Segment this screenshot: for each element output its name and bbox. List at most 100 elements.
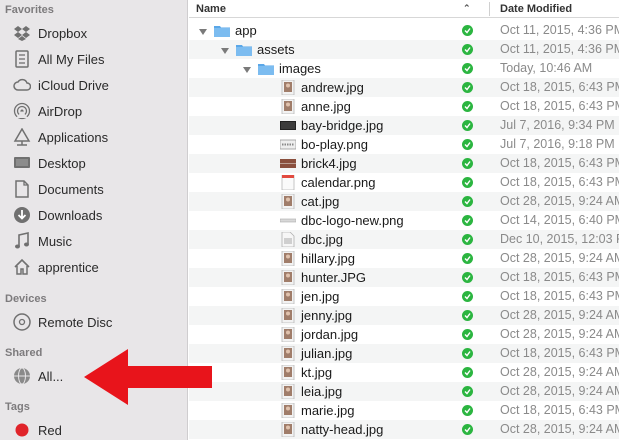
column-date-header[interactable]: Date Modified [500, 3, 572, 15]
file-row[interactable]: natty-head.jpg Oct 28, 2015, 9:24 AM [189, 420, 619, 439]
red-arrow-annotation [84, 349, 212, 405]
image-thumbnail-icon [280, 79, 296, 96]
folder-row[interactable]: app Oct 11, 2015, 4:36 PM [189, 21, 619, 40]
file-row[interactable]: dbc-logo-new.png Oct 14, 2015, 6:40 PM [189, 211, 619, 230]
file-row[interactable]: dbc.jpg Dec 10, 2015, 12:03 PM [189, 230, 619, 249]
image-thumbnail-icon [280, 345, 296, 362]
sync-status-icon [462, 253, 473, 264]
dropbox-icon [12, 23, 32, 43]
file-row[interactable]: bo-play.png Jul 7, 2016, 9:18 PM [189, 135, 619, 154]
sidebar-item-label: Applications [38, 129, 109, 145]
sidebar-item-label: All My Files [38, 51, 105, 67]
sidebar-item-remote-disc[interactable]: Remote Disc [0, 310, 187, 334]
disclosure-triangle-icon[interactable] [242, 63, 252, 73]
sidebar-item-red[interactable]: Red [0, 418, 187, 440]
file-row[interactable]: marie.jpg Oct 18, 2015, 6:43 PM [189, 401, 619, 420]
home-icon [12, 257, 32, 277]
file-row[interactable]: bay-bridge.jpg Jul 7, 2016, 9:34 PM [189, 116, 619, 135]
date-modified: Oct 28, 2015, 9:24 AM [500, 422, 619, 436]
sidebar-item-documents[interactable]: Documents [0, 177, 187, 201]
sidebar-item-label: Documents [38, 181, 104, 197]
sync-status-icon [462, 234, 473, 245]
sync-status-icon [462, 158, 473, 169]
date-modified: Oct 28, 2015, 9:24 AM [500, 384, 619, 398]
file-name: marie.jpg [301, 403, 355, 418]
disclosure-triangle-icon[interactable] [198, 25, 208, 35]
file-row[interactable]: hillary.jpg Oct 28, 2015, 9:24 AM [189, 249, 619, 268]
image-thumbnail-icon [280, 364, 296, 381]
file-name: leia.jpg [301, 384, 343, 399]
sidebar-item-airdrop[interactable]: AirDrop [0, 99, 187, 123]
sidebar-item-label: Downloads [38, 207, 103, 223]
sidebar-item-desktop[interactable]: Desktop [0, 151, 187, 175]
file-row[interactable]: anne.jpg Oct 18, 2015, 6:43 PM [189, 97, 619, 116]
file-name: julian.jpg [301, 346, 353, 361]
file-row[interactable]: kt.jpg Oct 28, 2015, 9:24 AM [189, 363, 619, 382]
file-name: images [279, 61, 321, 76]
sidebar-item-icloud-drive[interactable]: iCloud Drive [0, 73, 187, 97]
sync-status-icon [462, 405, 473, 416]
file-name: cat.jpg [301, 194, 340, 209]
devices-section-title: Devices [5, 293, 47, 305]
sidebar-item-dropbox[interactable]: Dropbox [0, 21, 187, 45]
file-row[interactable]: jen.jpg Oct 18, 2015, 6:43 PM [189, 287, 619, 306]
file-name: kt.jpg [301, 365, 333, 380]
sync-status-icon [462, 424, 473, 435]
file-list[interactable]: Name ⌃ Date Modified app Oct 11, 2015, 4:… [189, 0, 619, 440]
column-divider[interactable] [489, 2, 490, 16]
folder-row[interactable]: images Today, 10:46 AM [189, 59, 619, 78]
file-name: hunter.JPG [301, 270, 367, 285]
column-header: Name ⌃ Date Modified [189, 0, 619, 18]
file-row[interactable]: andrew.jpg Oct 18, 2015, 6:43 PM [189, 78, 619, 97]
image-thumbnail-icon [280, 250, 296, 267]
file-name: hillary.jpg [301, 251, 355, 266]
file-row[interactable]: calendar.png Oct 18, 2015, 6:43 PM [189, 173, 619, 192]
sync-status-icon [462, 272, 473, 283]
sync-status-icon [462, 120, 473, 131]
file-row[interactable]: jenny.jpg Oct 28, 2015, 9:24 AM [189, 306, 619, 325]
file-row[interactable]: brick4.jpg Oct 18, 2015, 6:43 PM [189, 154, 619, 173]
folder-icon [258, 61, 274, 76]
documents-icon [12, 179, 32, 199]
file-row[interactable]: hunter.JPG Oct 18, 2015, 6:43 PM [189, 268, 619, 287]
date-modified: Oct 18, 2015, 6:43 PM [500, 403, 619, 417]
sidebar-item-label: AirDrop [38, 103, 83, 119]
disc-icon [12, 312, 32, 332]
image-thumbnail-icon [280, 193, 296, 210]
sidebar-item-label: Remote Disc [38, 314, 113, 330]
file-row[interactable]: jordan.jpg Oct 28, 2015, 9:24 AM [189, 325, 619, 344]
date-modified: Oct 18, 2015, 6:43 PM [500, 175, 619, 189]
file-row[interactable]: cat.jpg Oct 28, 2015, 9:24 AM [189, 192, 619, 211]
sync-status-icon [462, 177, 473, 188]
desktop-icon [12, 153, 32, 173]
image-thumbnail-icon [279, 137, 297, 152]
image-thumbnail-icon [280, 174, 296, 191]
sidebar-item-label: iCloud Drive [38, 77, 109, 93]
date-modified: Oct 28, 2015, 9:24 AM [500, 194, 619, 208]
file-name: calendar.png [301, 175, 376, 190]
sync-status-icon [462, 196, 473, 207]
folder-row[interactable]: assets Oct 11, 2015, 4:36 PM [189, 40, 619, 59]
sync-status-icon [462, 82, 473, 93]
sync-status-icon [462, 367, 473, 378]
sidebar-item-applications[interactable]: Applications [0, 125, 187, 149]
network-icon [12, 366, 32, 386]
sidebar-item-apprentice[interactable]: apprentice [0, 255, 187, 279]
sidebar-item-downloads[interactable]: Downloads [0, 203, 187, 227]
file-name: bo-play.png [301, 137, 368, 152]
sidebar-item-all-my-files[interactable]: All My Files [0, 47, 187, 71]
file-row[interactable]: leia.jpg Oct 28, 2015, 9:24 AM [189, 382, 619, 401]
image-thumbnail-icon [280, 118, 296, 133]
file-name: bay-bridge.jpg [301, 118, 384, 133]
sidebar-item-music[interactable]: Music [0, 229, 187, 253]
file-row[interactable]: julian.jpg Oct 18, 2015, 6:43 PM [189, 344, 619, 363]
date-modified: Oct 28, 2015, 9:24 AM [500, 308, 619, 322]
date-modified: Oct 18, 2015, 6:43 PM [500, 270, 619, 284]
disclosure-triangle-icon[interactable] [220, 44, 230, 54]
column-name-header[interactable]: Name [196, 3, 226, 15]
file-name: jordan.jpg [301, 327, 359, 342]
downloads-icon [12, 205, 32, 225]
date-modified: Oct 18, 2015, 6:43 PM [500, 99, 619, 113]
sidebar-item-label: Red [38, 422, 62, 438]
sort-indicator-icon: ⌃ [463, 3, 471, 13]
